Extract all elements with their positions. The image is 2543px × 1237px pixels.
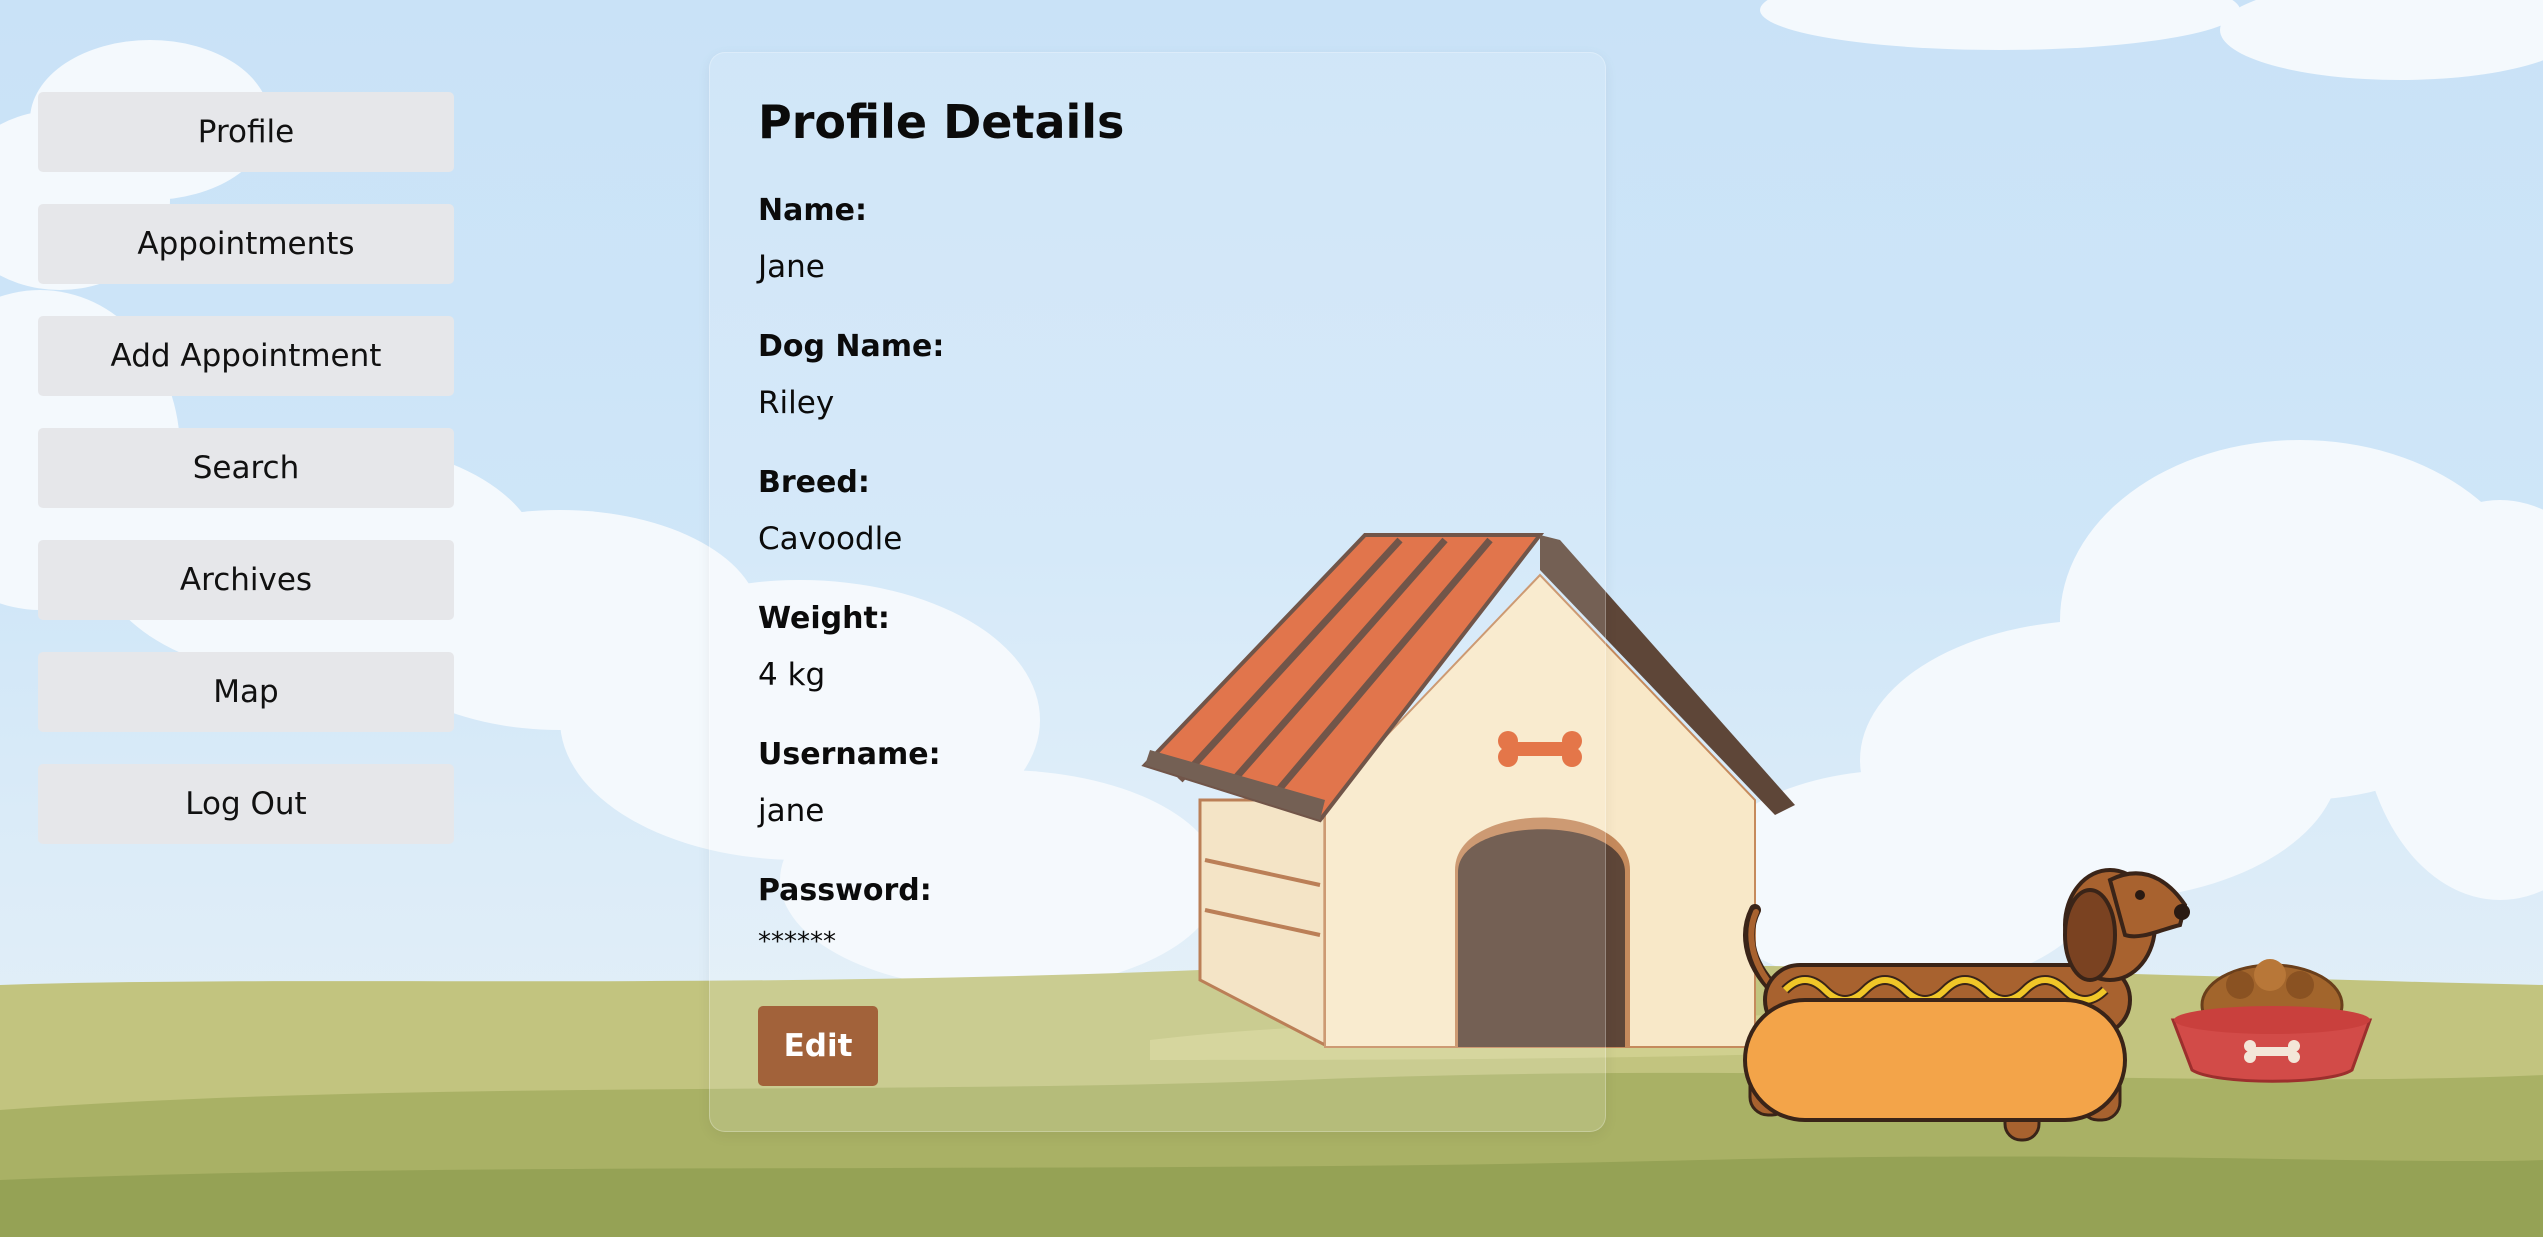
nav-search-button[interactable]: Search [38,428,454,508]
password-value: ****** [758,927,836,957]
breed-label: Breed: [758,465,870,500]
breed-value: Cavoodle [758,521,903,557]
page-background: Profile Appointments Add Appointment Sea… [0,0,2543,1237]
name-value: Jane [758,249,825,285]
nav-map-button[interactable]: Map [38,652,454,732]
username-label: Username: [758,737,941,772]
sidebar-nav: Profile Appointments Add Appointment Sea… [38,92,454,876]
nav-profile-button[interactable]: Profile [38,92,454,172]
password-label: Password: [758,873,932,908]
nav-add-appointment-button[interactable]: Add Appointment [38,316,454,396]
nav-archives-button[interactable]: Archives [38,540,454,620]
weight-label: Weight: [758,601,890,636]
nav-log-out-button[interactable]: Log Out [38,764,454,844]
edit-button[interactable]: Edit [758,1006,878,1086]
dog-name-label: Dog Name: [758,329,945,364]
name-label: Name: [758,193,867,228]
profile-details-card: Profile Details Name: Jane Dog Name: Ril… [709,52,1606,1132]
weight-value: 4 kg [758,657,826,693]
username-value: jane [758,793,825,829]
page-title: Profile Details [758,95,1125,149]
cloud-icon [1700,0,2543,990]
nav-appointments-button[interactable]: Appointments [38,204,454,284]
dog-name-value: Riley [758,385,835,421]
